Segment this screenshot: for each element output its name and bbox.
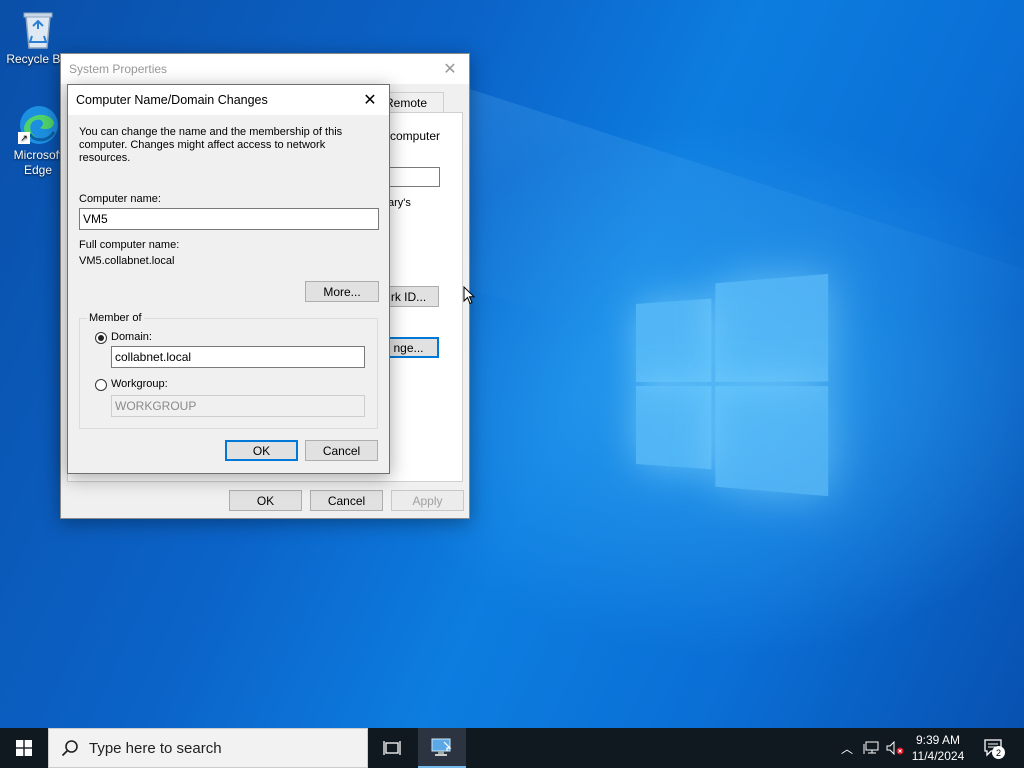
start-button[interactable]: [0, 728, 48, 768]
computer-name-dialog: Computer Name/Domain Changes ✕ You can c…: [67, 84, 390, 474]
workgroup-label: Workgroup:: [111, 378, 168, 390]
full-name-label: Full computer name:: [79, 239, 180, 251]
window-title: System Properties: [69, 62, 168, 76]
mouse-cursor-icon: [463, 286, 475, 305]
domain-radio[interactable]: [95, 332, 107, 344]
member-of-group: Member of Domain: Workgroup:: [79, 312, 378, 429]
volume-muted-icon: [886, 741, 904, 755]
cancel-button[interactable]: Cancel: [305, 440, 378, 461]
system-properties-app-icon: [431, 738, 452, 756]
clock-date: 11/4/2024: [911, 749, 965, 763]
workgroup-input[interactable]: [111, 395, 365, 417]
windows-start-icon: [16, 740, 32, 756]
computer-name-input[interactable]: [79, 208, 379, 230]
system-properties-titlebar: System Properties ✕: [61, 54, 469, 84]
computer-name-label: Computer name:: [79, 193, 161, 205]
cancel-button[interactable]: Cancel: [310, 490, 383, 511]
network-tray-button[interactable]: [860, 728, 882, 768]
search-icon: [61, 740, 78, 757]
action-center-button[interactable]: 2: [976, 728, 1012, 768]
volume-tray-button[interactable]: [884, 728, 906, 768]
search-placeholder: Type here to search: [89, 739, 222, 757]
full-name-value: VM5.collabnet.local: [79, 255, 175, 267]
domain-input[interactable]: [111, 346, 365, 368]
taskbar-search-box[interactable]: Type here to search: [48, 728, 368, 768]
ok-button[interactable]: OK: [229, 490, 302, 511]
clock-time: 9:39 AM: [915, 733, 961, 747]
edge-icon: ↗: [18, 104, 58, 144]
chevron-up-icon: ︿: [840, 741, 853, 756]
ok-button[interactable]: OK: [225, 440, 298, 461]
taskbar-app-system-properties[interactable]: [418, 728, 466, 768]
network-icon: [863, 741, 879, 754]
dialog-titlebar: Computer Name/Domain Changes ✕: [68, 85, 389, 115]
notification-badge: 2: [992, 746, 1005, 759]
task-view-button[interactable]: [368, 728, 416, 768]
windows-logo-wallpaper: [636, 273, 829, 497]
show-hidden-icons-button[interactable]: ︿: [838, 728, 856, 768]
close-icon[interactable]: ✕: [355, 87, 385, 113]
task-view-icon: [383, 741, 401, 755]
workgroup-radio[interactable]: [95, 379, 107, 391]
clock[interactable]: 9:39 AM 11/4/2024: [906, 728, 970, 768]
apply-button[interactable]: Apply: [391, 490, 464, 511]
more-button[interactable]: More...: [305, 281, 379, 302]
recycle-bin-icon: [18, 8, 58, 49]
tab-remote[interactable]: Remote: [385, 92, 444, 112]
dialog-description: You can change the name and the membersh…: [79, 126, 343, 164]
taskbar: Type here to search ︿ 9:39 AM 11/4/2024 …: [0, 728, 1024, 768]
dialog-title: Computer Name/Domain Changes: [76, 93, 268, 107]
domain-label: Domain:: [111, 331, 152, 343]
close-icon[interactable]: ✕: [435, 56, 465, 82]
